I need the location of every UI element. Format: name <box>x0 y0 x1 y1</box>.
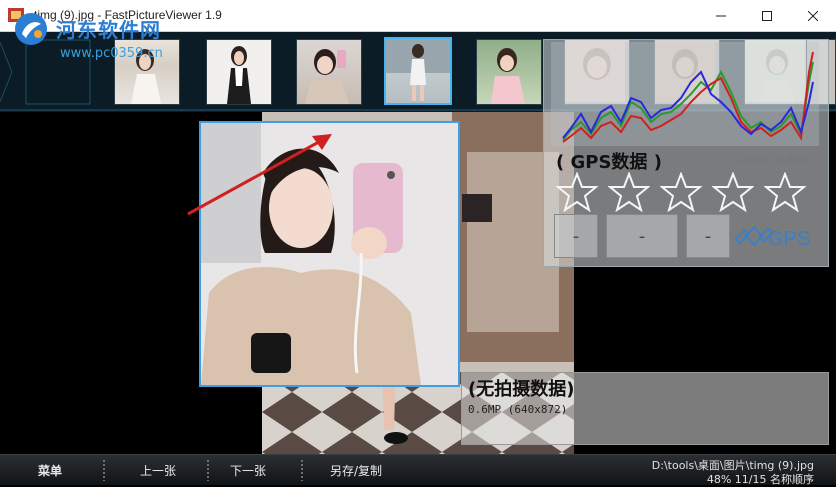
previous-button[interactable]: 上一张 <box>140 462 176 479</box>
shooting-data-title: (无拍摄数据) <box>468 379 575 400</box>
minimize-icon <box>716 15 726 16</box>
bottom-toolbar: 菜单 上一张 下一张 另存/复制 D:\tools\桌面\图片\timg (9)… <box>0 454 836 487</box>
star-icon[interactable] <box>712 172 754 212</box>
star-icon[interactable] <box>608 172 650 212</box>
image-format-info: 24bpp, 0.6MP <box>734 154 810 167</box>
gps-title: ( GPS数据 ) <box>556 152 662 173</box>
star-icon[interactable] <box>660 172 702 212</box>
image-position: 11/15 <box>734 473 767 486</box>
watermark-name: 河东软件网 <box>56 18 161 42</box>
info-panel: ( GPS数据 ) 24bpp, 0.6MP - - - GPS <box>543 39 829 267</box>
minimize-button[interactable] <box>698 0 744 31</box>
annotation-arrow-icon <box>187 134 332 216</box>
zoom-level: 48% <box>706 473 732 486</box>
watermark-logo-icon <box>15 13 47 45</box>
close-button[interactable] <box>790 0 836 31</box>
toolbar-grip <box>206 459 210 481</box>
sort-order[interactable]: 名称顺序 <box>770 473 814 486</box>
histogram <box>551 42 819 146</box>
image-size: 0.6MP (640x872) <box>468 403 568 416</box>
thumbnail-3[interactable] <box>296 39 362 105</box>
next-button[interactable]: 下一张 <box>230 462 266 479</box>
close-icon <box>808 10 818 21</box>
shooting-data-box: (无拍摄数据) 0.6MP (640x872) <box>461 372 829 445</box>
status-line: 48% 11/15 名称顺序 <box>707 471 814 487</box>
exif-field-2: - <box>606 214 678 258</box>
toolbar-grip <box>300 459 304 481</box>
exif-field-3: - <box>686 214 730 258</box>
save-copy-button[interactable]: 另存/复制 <box>330 462 382 479</box>
menu-button[interactable]: 菜单 <box>38 462 62 479</box>
maximize-icon <box>762 10 772 21</box>
rating-stars[interactable] <box>556 172 824 212</box>
thumbnail-4-selected[interactable] <box>384 37 452 105</box>
watermark-url: www.pc0359.cn <box>60 46 163 61</box>
thumbnail-5[interactable] <box>476 39 542 105</box>
toolbar-grip <box>102 459 106 481</box>
star-icon[interactable] <box>764 172 806 212</box>
gps-badge-label: GPS <box>768 228 811 250</box>
thumbnail-2[interactable] <box>206 39 272 105</box>
exif-field-1: - <box>554 214 598 258</box>
star-icon[interactable] <box>556 172 598 212</box>
gps-badge: GPS <box>734 216 826 256</box>
maximize-button[interactable] <box>744 0 790 31</box>
